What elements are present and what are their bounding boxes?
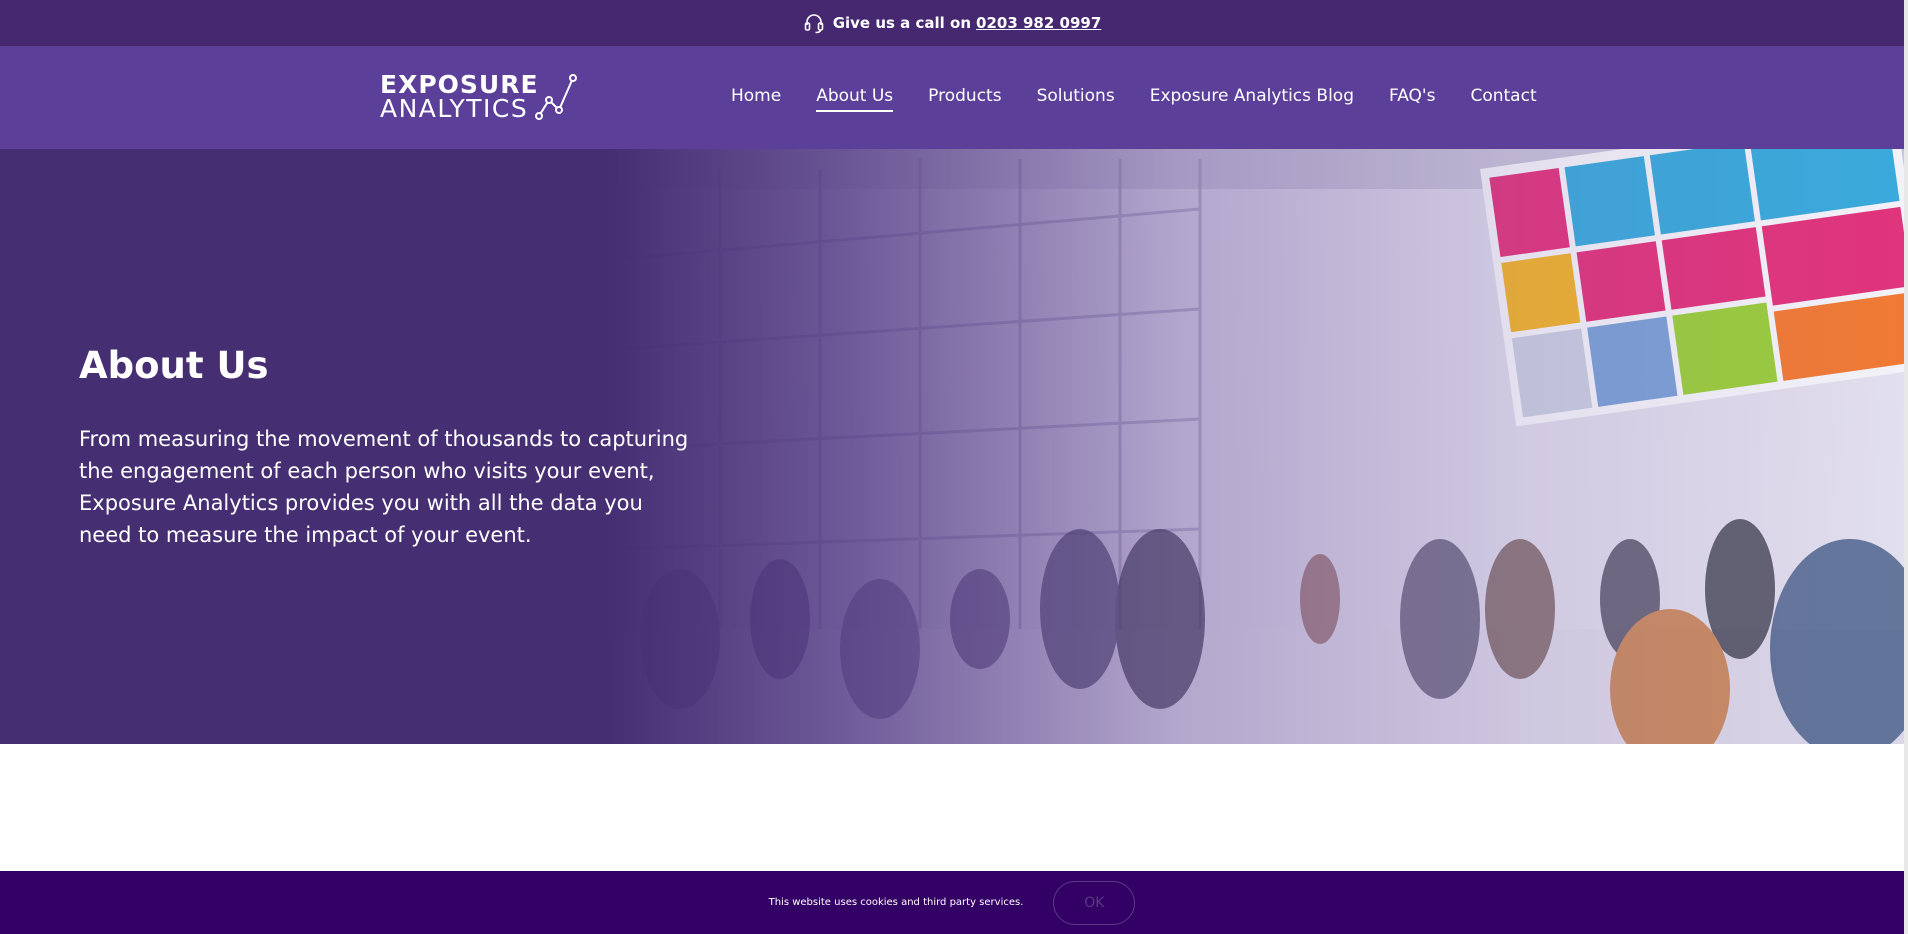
hero-description: From measuring the movement of thousands… (79, 427, 689, 547)
headset-icon (803, 12, 825, 34)
cookie-message: This website uses cookies and third part… (768, 897, 1024, 908)
nav-blog[interactable]: Exposure Analytics Blog (1150, 86, 1354, 112)
site-header: EXPOSURE ANALYTICS Home About Us Product… (0, 46, 1904, 149)
nav-faqs[interactable]: FAQ's (1389, 86, 1435, 112)
cookie-banner: This website uses cookies and third part… (0, 871, 1904, 934)
main-nav: Home About Us Products Solutions Exposur… (731, 86, 1537, 112)
nav-products[interactable]: Products (928, 86, 1001, 112)
cookie-ok-button[interactable]: OK (1053, 880, 1136, 925)
logo-line2: ANALYTICS (380, 94, 529, 123)
call-text: Give us a call on (832, 14, 972, 32)
nav-contact[interactable]: Contact (1470, 86, 1536, 112)
nav-home[interactable]: Home (731, 86, 781, 112)
nav-solutions[interactable]: Solutions (1037, 86, 1115, 112)
analytics-line-icon (535, 74, 577, 120)
phone-link[interactable]: 0203 982 0997 (976, 14, 1101, 32)
page-scrollbar[interactable] (1904, 0, 1908, 934)
logo[interactable]: EXPOSURE ANALYTICS (380, 72, 585, 124)
page-title: About Us (79, 344, 269, 387)
call-bar: Give us a call on 0203 982 0997 (0, 0, 1904, 46)
nav-about-us[interactable]: About Us (816, 86, 894, 112)
hero-section: About Us From measuring the movement of … (0, 149, 1904, 744)
